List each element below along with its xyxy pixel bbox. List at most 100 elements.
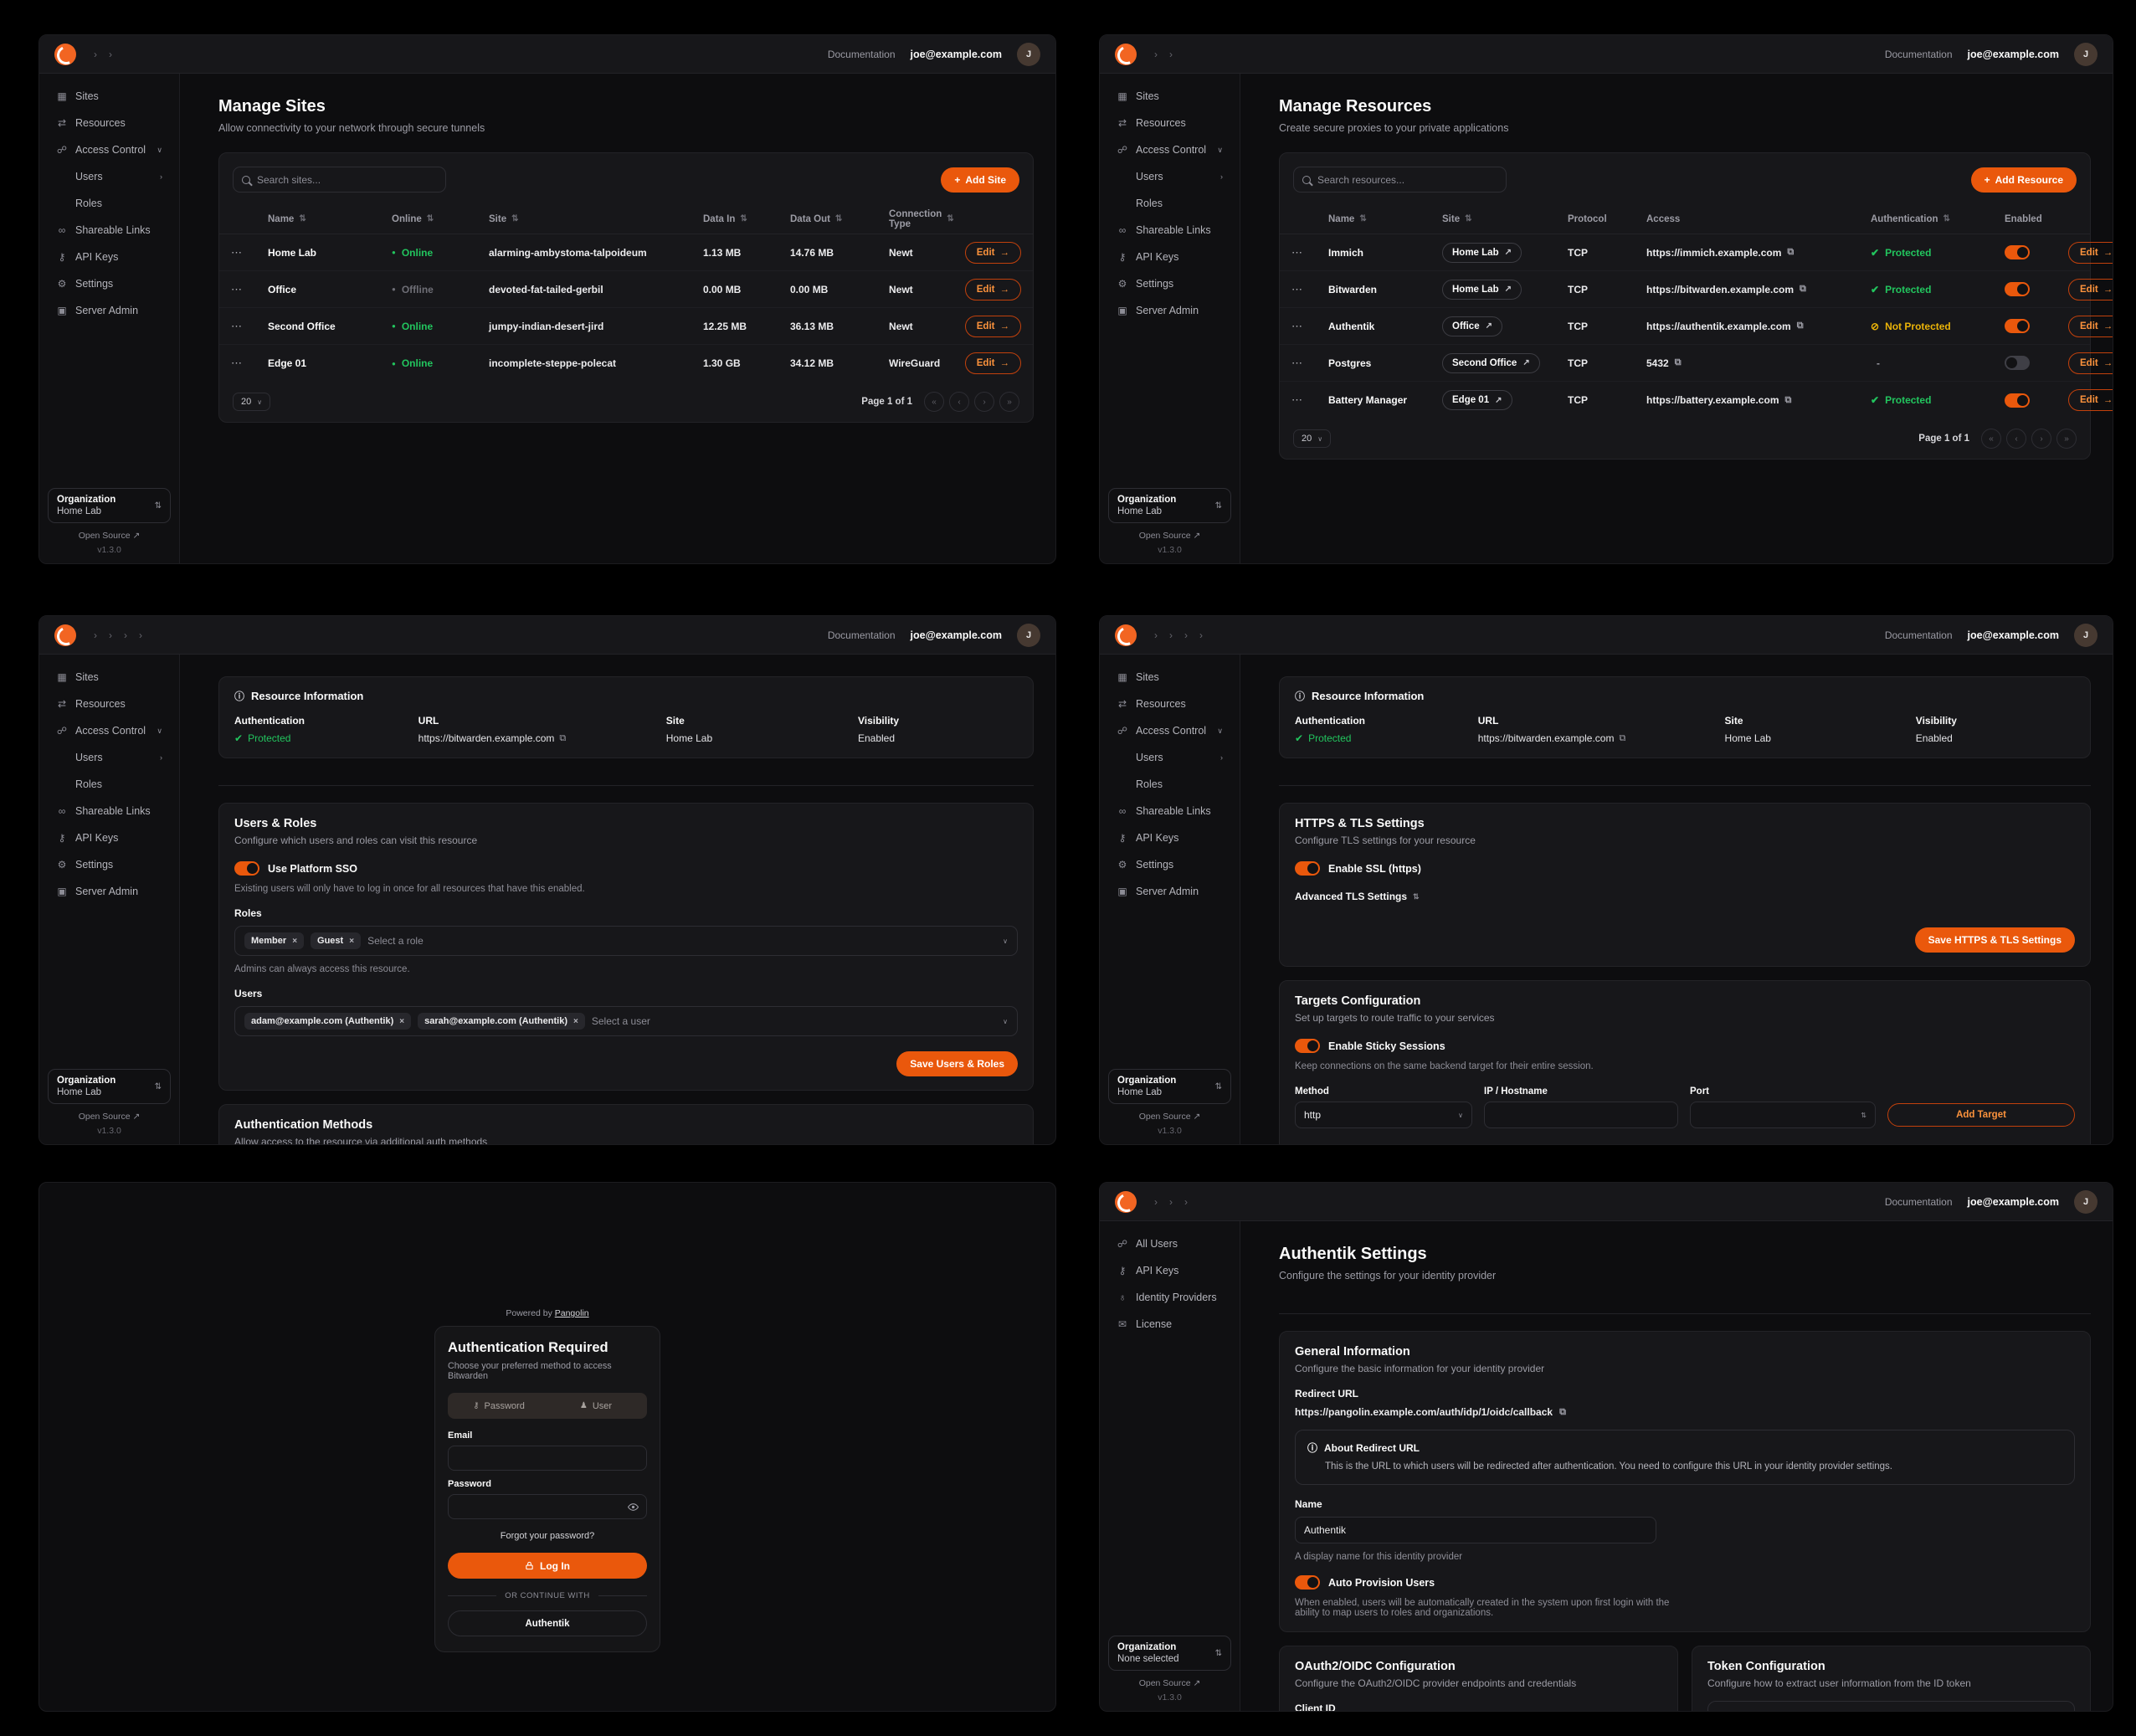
sidebar-item[interactable]: Users › — [1108, 164, 1231, 189]
tab[interactable] — [1306, 1300, 1309, 1313]
site-link[interactable]: Office↗ — [1442, 316, 1502, 336]
documentation-link[interactable]: Documentation — [1885, 49, 1953, 60]
site-link[interactable]: Home Lab↗ — [1442, 243, 1522, 263]
selected-role-pill[interactable]: Guest× — [311, 932, 361, 949]
user-email[interactable]: joe@example.com — [1968, 629, 2059, 641]
column-header[interactable]: Site⇅ — [489, 214, 703, 224]
add-site-button[interactable]: +Add Site — [941, 167, 1019, 193]
sidebar-item[interactable]: ▣ Server Admin — [1108, 298, 1231, 323]
column-header[interactable]: Online⇅ — [392, 214, 489, 224]
sidebar-item[interactable]: ▦ Sites — [48, 665, 171, 690]
breadcrumb-item[interactable] — [118, 629, 133, 641]
column-header[interactable]: Protocol — [1568, 214, 1646, 224]
enabled-toggle[interactable] — [2005, 356, 2030, 370]
sidebar-item[interactable]: Roles — [48, 191, 171, 216]
edit-button[interactable]: Edit→ — [2068, 316, 2113, 337]
copy-icon[interactable]: ⧉ — [1797, 321, 1804, 331]
idp-name-input[interactable]: Authentik — [1295, 1517, 1656, 1543]
breadcrumb-item[interactable] — [88, 629, 103, 641]
organization-select[interactable]: OrganizationHome Lab ⇅ — [1108, 488, 1231, 523]
tab[interactable] — [1279, 772, 1282, 785]
breadcrumb-item[interactable] — [1163, 629, 1178, 641]
sidebar-item[interactable]: Roles — [48, 772, 171, 797]
row-menu-button[interactable]: ⋯ — [231, 283, 268, 296]
tab[interactable] — [1279, 1300, 1282, 1313]
breadcrumb-item[interactable] — [88, 49, 103, 60]
breadcrumb-item[interactable] — [1178, 629, 1194, 641]
edit-button[interactable]: Edit→ — [2068, 352, 2113, 374]
log-in-button[interactable]: Log In — [448, 1553, 647, 1579]
forgot-password-link[interactable]: Forgot your password? — [448, 1531, 647, 1541]
remove-icon[interactable]: × — [349, 937, 354, 946]
sidebar-item[interactable]: ▦ Sites — [1108, 84, 1231, 109]
remove-icon[interactable]: × — [399, 1017, 404, 1026]
user-email[interactable]: joe@example.com — [1968, 49, 2059, 60]
sidebar-item[interactable]: Roles — [1108, 191, 1231, 216]
sidebar-item[interactable]: ⚷ API Keys — [1108, 244, 1231, 270]
column-header[interactable]: Data Out⇅ — [790, 214, 889, 224]
email-field[interactable] — [448, 1446, 647, 1471]
column-header[interactable]: Authentication⇅ — [1871, 214, 2005, 224]
user-email[interactable]: joe@example.com — [911, 49, 1002, 60]
sidebar-item[interactable]: ⇄ Resources — [1108, 691, 1231, 716]
sidebar-item[interactable]: ⚷ API Keys — [1108, 1258, 1231, 1283]
breadcrumb-item[interactable] — [1148, 1196, 1163, 1208]
edit-button[interactable]: Edit→ — [965, 316, 1021, 337]
row-menu-button[interactable]: ⋯ — [1291, 393, 1328, 407]
organization-select[interactable]: OrganizationHome Lab ⇅ — [1108, 1069, 1231, 1104]
breadcrumb-item[interactable] — [1194, 629, 1209, 641]
row-menu-button[interactable]: ⋯ — [1291, 357, 1328, 370]
breadcrumb-item[interactable] — [103, 629, 118, 641]
copy-icon[interactable]: ⧉ — [1619, 733, 1625, 744]
first-page-button[interactable]: « — [1981, 429, 2001, 449]
avatar[interactable]: J — [2074, 43, 2097, 66]
selected-role-pill[interactable]: Member× — [244, 932, 304, 949]
copy-icon[interactable]: ⧉ — [1784, 395, 1791, 406]
open-source-link[interactable]: Open Source ↗ — [1139, 531, 1201, 541]
copy-icon[interactable]: ⧉ — [1675, 357, 1682, 368]
sidebar-item[interactable]: ▣ Server Admin — [1108, 879, 1231, 904]
tab[interactable] — [218, 772, 222, 785]
sidebar-item[interactable]: ▦ Sites — [1108, 665, 1231, 690]
edit-button[interactable]: Edit→ — [965, 352, 1021, 374]
edit-button[interactable]: Edit→ — [2068, 242, 2113, 264]
next-page-button[interactable]: › — [974, 392, 994, 412]
sidebar-item[interactable]: ☍ Access Control ∨ — [48, 137, 171, 162]
row-menu-button[interactable]: ⋯ — [1291, 246, 1328, 259]
user-email[interactable]: joe@example.com — [911, 629, 1002, 641]
sidebar-item[interactable]: ⚙ Settings — [1108, 852, 1231, 877]
row-menu-button[interactable]: ⋯ — [1291, 283, 1328, 296]
sidebar-item[interactable]: ⚷ API Keys — [48, 244, 171, 270]
breadcrumb-item[interactable] — [1178, 1196, 1194, 1208]
column-header[interactable]: Access — [1646, 214, 1871, 224]
column-header[interactable]: Name⇅ — [1328, 214, 1442, 224]
breadcrumb-item[interactable] — [133, 629, 148, 641]
prev-page-button[interactable]: ‹ — [2006, 429, 2026, 449]
documentation-link[interactable]: Documentation — [828, 629, 896, 641]
edit-button[interactable]: Edit→ — [965, 242, 1021, 264]
add-target-button[interactable]: Add Target — [1887, 1103, 2075, 1127]
row-menu-button[interactable]: ⋯ — [231, 246, 268, 259]
sidebar-item[interactable]: Users › — [48, 745, 171, 770]
organization-select[interactable]: OrganizationHome Lab ⇅ — [48, 488, 171, 523]
tab[interactable] — [299, 772, 302, 785]
edit-button[interactable]: Edit→ — [2068, 279, 2113, 300]
sidebar-item[interactable]: ⚙ Settings — [48, 271, 171, 296]
row-menu-button[interactable]: ⋯ — [1291, 320, 1328, 333]
sidebar-item[interactable]: Users › — [1108, 745, 1231, 770]
add-resource-button[interactable]: +Add Resource — [1971, 167, 2077, 193]
search-input[interactable]: Search resources... — [1293, 167, 1507, 193]
page-size-select[interactable]: 20∨ — [233, 393, 270, 411]
sidebar-item[interactable]: Roles — [1108, 772, 1231, 797]
sidebar-item[interactable]: ♁ Identity Providers — [1108, 1285, 1231, 1310]
column-header[interactable]: Data In⇅ — [703, 214, 790, 224]
site-link[interactable]: Second Office↗ — [1442, 353, 1540, 373]
row-menu-button[interactable]: ⋯ — [231, 357, 268, 370]
organization-select[interactable]: OrganizationHome Lab ⇅ — [48, 1069, 171, 1104]
selected-user-pill[interactable]: sarah@example.com (Authentik)× — [418, 1013, 585, 1030]
open-source-link[interactable]: Open Source ↗ — [79, 1112, 141, 1122]
open-source-link[interactable]: Open Source ↗ — [1139, 1678, 1201, 1688]
open-source-link[interactable]: Open Source ↗ — [79, 531, 141, 541]
sidebar-item[interactable]: Users › — [48, 164, 171, 189]
sidebar-item[interactable]: ☍ Access Control ∨ — [1108, 718, 1231, 743]
